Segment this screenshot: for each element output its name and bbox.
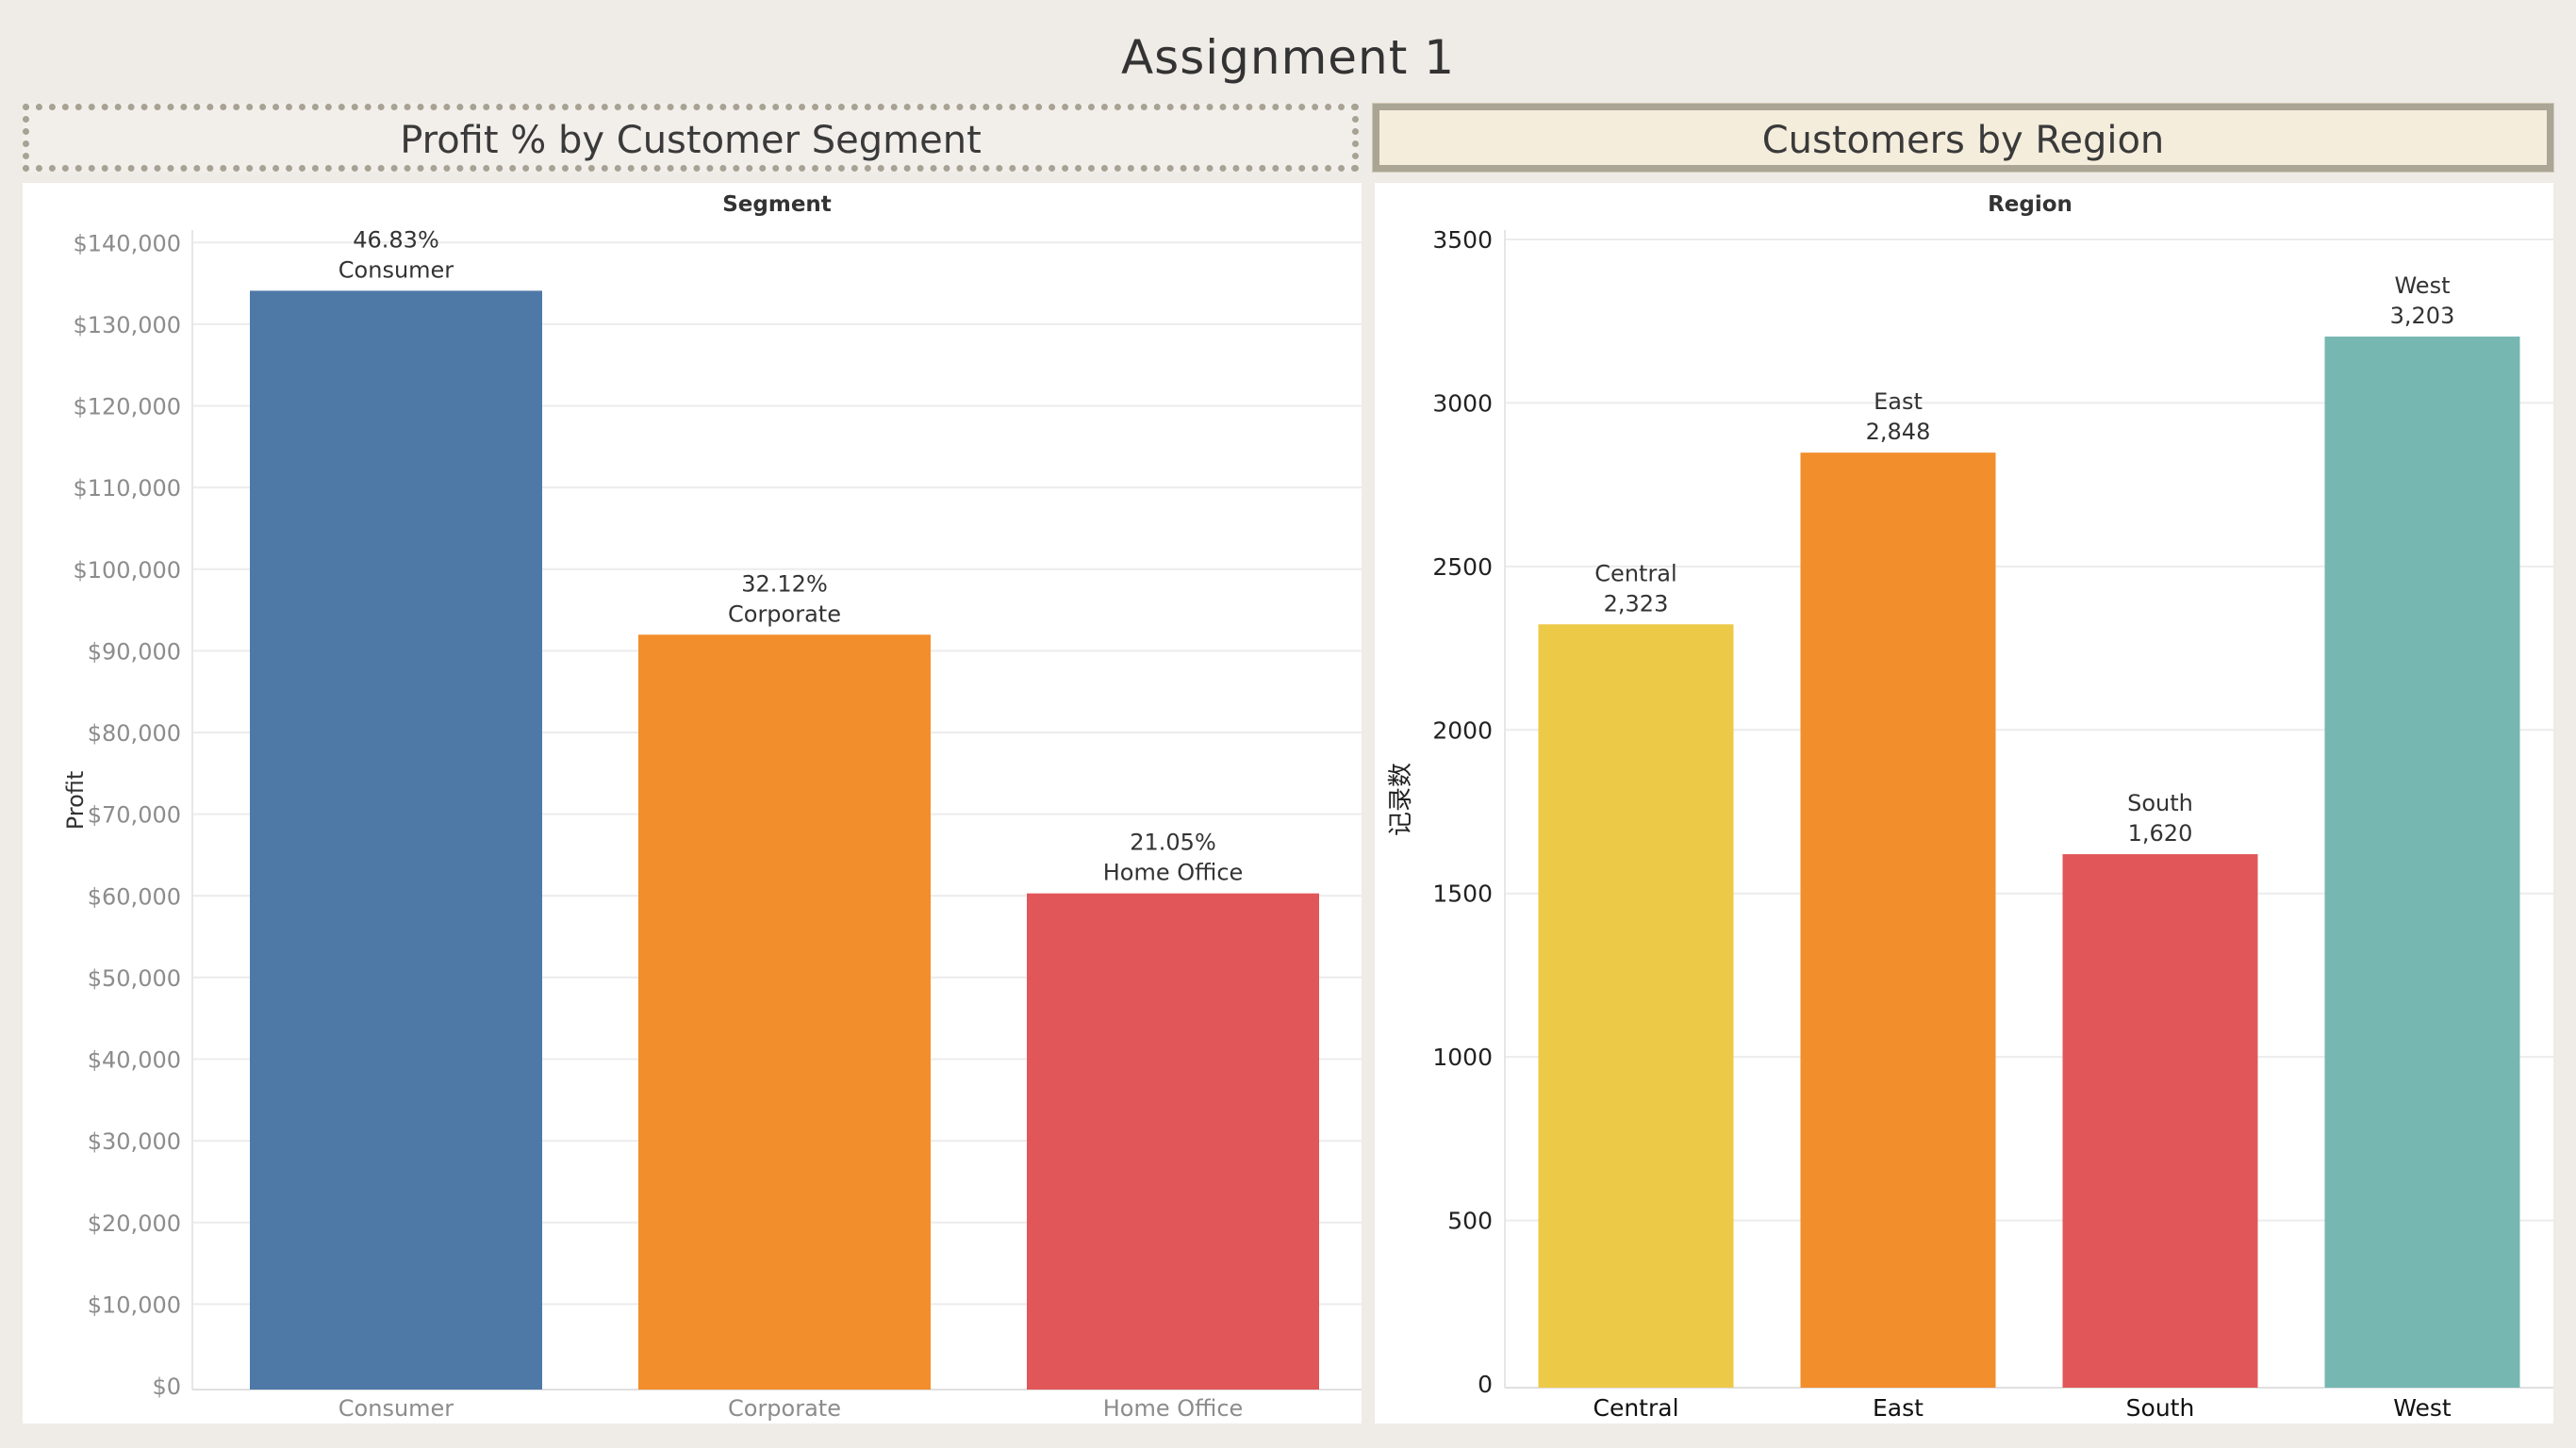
- y-tick-label: $130,000: [73, 312, 181, 338]
- segment-panel-header[interactable]: Profit % by Customer Segment: [23, 104, 1359, 172]
- y-tick-label: 1000: [1432, 1044, 1493, 1071]
- bar-corporate: [638, 634, 931, 1390]
- segment-chart-panel: Segment Profit $0 $10,000 $20,000 $30,000 $40,…: [23, 183, 1362, 1423]
- x-tick-label-consumer: Consumer: [339, 1395, 454, 1422]
- x-tick-label-west: West: [2393, 1394, 2452, 1422]
- bar-category-label-east: East: [1874, 388, 1923, 415]
- x-tick-label-east: East: [1873, 1394, 1924, 1422]
- bar-category-label-corporate: Corporate: [728, 601, 841, 627]
- bar-west: [2324, 337, 2520, 1388]
- y-tick-label: 0: [1478, 1371, 1493, 1398]
- bar-category-label-home-office: Home Office: [1103, 860, 1244, 886]
- percent-label-home-office: 21.05%: [1130, 830, 1216, 856]
- region-panel-header[interactable]: Customers by Region: [1372, 103, 2554, 173]
- bar-category-label-central: Central: [1594, 560, 1676, 586]
- percent-label-corporate: 32.12%: [741, 570, 828, 597]
- segment-column-header: Segment: [722, 192, 832, 217]
- y-tick-label: $120,000: [73, 394, 181, 420]
- y-tick-label: $10,000: [88, 1292, 181, 1318]
- y-tick-label: $100,000: [73, 557, 181, 584]
- y-axis-title: Profit: [62, 771, 89, 831]
- y-tick-label: 3500: [1432, 226, 1493, 254]
- y-tick-label: $70,000: [88, 802, 181, 829]
- y-tick-label: $30,000: [88, 1128, 181, 1155]
- percent-label-consumer: 46.83%: [353, 226, 439, 253]
- y-tick-label: $40,000: [88, 1047, 181, 1074]
- bar-category-label-west: West: [2394, 272, 2450, 299]
- bar-central: [1538, 624, 1734, 1388]
- bar-consumer: [250, 290, 542, 1390]
- x-tick-label-south: South: [2126, 1394, 2195, 1422]
- y-axis-title: 记录数: [1387, 763, 1415, 836]
- bar-home-office: [1027, 893, 1319, 1390]
- value-label-east: 2,848: [1866, 419, 1931, 445]
- x-tick-label-home-office: Home Office: [1103, 1395, 1244, 1422]
- y-tick-label: $20,000: [88, 1210, 181, 1237]
- region-chart-panel: Region 记录数 0 500 1000 1500 2000 2500 3000 3500 Cen…: [1375, 183, 2553, 1423]
- y-tick-label: $60,000: [88, 883, 181, 910]
- y-tick-label: $50,000: [88, 965, 181, 992]
- profit-by-segment-chart: Segment Profit $0 $10,000 $20,000 $30,000 $40,…: [62, 192, 1362, 1422]
- y-tick-label: $0: [152, 1374, 181, 1400]
- x-tick-label-central: Central: [1593, 1394, 1678, 1422]
- y-tick-label: $110,000: [73, 475, 181, 502]
- y-tick-label: 500: [1447, 1208, 1493, 1235]
- y-tick-label: 1500: [1432, 880, 1493, 908]
- y-tick-label: $90,000: [88, 638, 181, 665]
- value-label-central: 2,323: [1604, 590, 1669, 617]
- y-tick-label: $140,000: [73, 230, 181, 256]
- y-tick-label: $80,000: [88, 720, 181, 747]
- bar-east: [1800, 452, 1996, 1388]
- x-tick-label-corporate: Corporate: [728, 1395, 841, 1422]
- y-tick-label: 2000: [1432, 716, 1493, 744]
- value-label-west: 3,203: [2390, 303, 2455, 329]
- region-column-header: Region: [1988, 192, 2072, 217]
- bar-category-label-south: South: [2127, 790, 2193, 816]
- value-label-south: 1,620: [2128, 820, 2193, 847]
- bar-category-label-consumer: Consumer: [339, 256, 454, 283]
- dashboard-title: Assignment 1: [1120, 30, 1456, 85]
- customers-by-region-chart: Region 记录数 0 500 1000 1500 2000 2500 3000 3500 Cen…: [1387, 192, 2553, 1422]
- y-tick-label: 2500: [1432, 553, 1493, 581]
- y-tick-label: 3000: [1432, 389, 1493, 417]
- bar-south: [2062, 854, 2258, 1388]
